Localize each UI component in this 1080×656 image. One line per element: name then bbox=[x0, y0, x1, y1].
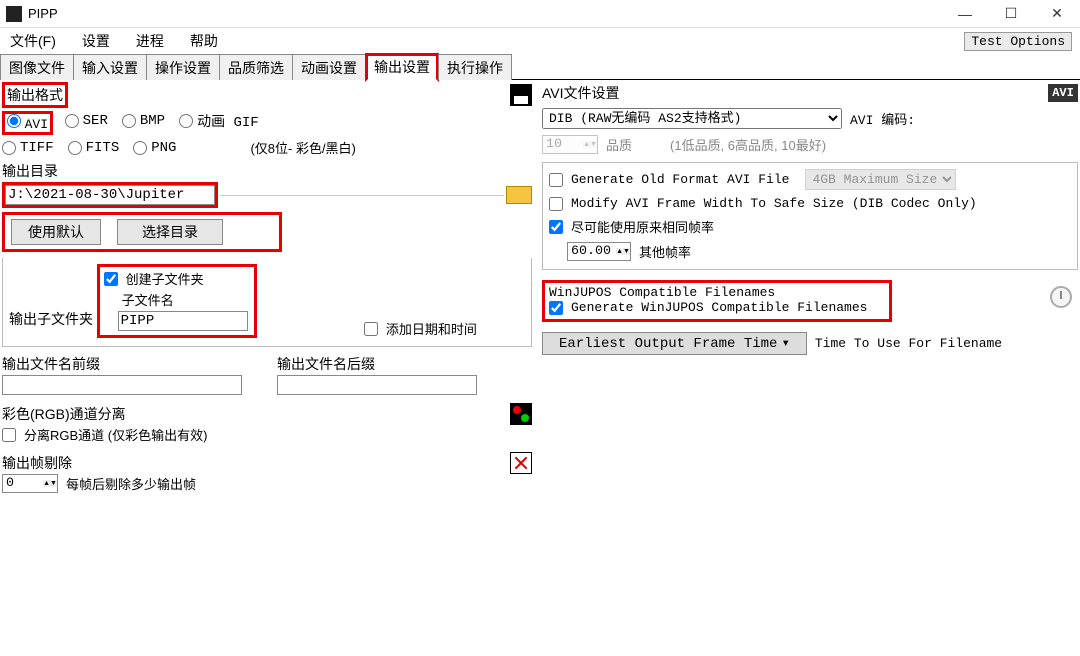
tab-operation-settings[interactable]: 操作设置 bbox=[146, 54, 220, 80]
close-button[interactable]: ✕ bbox=[1034, 0, 1080, 28]
radio-bmp[interactable]: BMP bbox=[122, 113, 165, 129]
avi-options-group: Generate Old Format AVI File 4GB Maximum… bbox=[542, 162, 1078, 270]
menu-file[interactable]: 文件(F) bbox=[4, 29, 62, 53]
spinner-arrows[interactable]: ▲▼ bbox=[616, 248, 630, 255]
other-fps-label: 其他帧率 bbox=[639, 242, 691, 261]
fps-spinner[interactable]: ▲▼ bbox=[567, 242, 631, 261]
suffix-input[interactable] bbox=[277, 375, 477, 395]
left-column: 输出格式 AVI SER BMP 动画 GIF TIFF FITS PNG (仅… bbox=[2, 82, 532, 654]
avi-quality-spinner: ▲▼ bbox=[542, 135, 598, 154]
sub-folder-group: 输出子文件夹 创建子文件夹 子文件名 添加日期和时间 bbox=[2, 258, 532, 347]
avi-badge-icon: AVI bbox=[1048, 84, 1078, 102]
winjupos-generate-checkbox[interactable]: Generate WinJUPOS Compatible Filenames bbox=[549, 300, 885, 315]
tab-bar: 图像文件 输入设置 操作设置 品质筛选 动画设置 输出设置 执行操作 bbox=[0, 54, 1080, 80]
tab-animation-settings[interactable]: 动画设置 bbox=[292, 54, 366, 80]
format-note: (仅8位- 彩色/黑白) bbox=[250, 138, 355, 157]
radio-tiff[interactable]: TIFF bbox=[2, 140, 54, 156]
maximize-button[interactable]: ☐ bbox=[988, 0, 1034, 28]
app-window: PIPP — ☐ ✕ 文件(F) 设置 进程 帮助 Test Options 图… bbox=[0, 0, 1080, 656]
prefix-title: 输出文件名前缀 bbox=[2, 353, 257, 375]
winjupos-title: WinJUPOS Compatible Filenames bbox=[549, 285, 885, 300]
use-default-button[interactable]: 使用默认 bbox=[11, 219, 101, 245]
output-format-title: 输出格式 bbox=[2, 82, 68, 108]
minimize-button[interactable]: — bbox=[942, 0, 988, 28]
menubar: 文件(F) 设置 进程 帮助 Test Options bbox=[0, 28, 1080, 54]
radio-animated-gif[interactable]: 动画 GIF bbox=[179, 111, 259, 131]
rgb-title: 彩色(RGB)通道分离 bbox=[2, 403, 126, 425]
same-fps-checkbox[interactable]: 尽可能使用原来相同帧率 bbox=[549, 217, 1071, 236]
sub-name-label: 子文件名 bbox=[122, 290, 250, 309]
sub-folder-title: 输出子文件夹 bbox=[9, 308, 93, 330]
spinner-arrows[interactable]: ▲▼ bbox=[43, 480, 57, 487]
earliest-time-dropdown[interactable]: Earliest Output Frame Time▾ bbox=[542, 332, 807, 355]
radio-ser[interactable]: SER bbox=[65, 113, 108, 129]
delete-icon bbox=[510, 452, 532, 474]
old-format-checkbox[interactable]: Generate Old Format AVI File 4GB Maximum… bbox=[549, 169, 1071, 190]
avi-quality-label: 品质 bbox=[606, 135, 632, 154]
avi-quality-hint: (1低品质, 6高品质, 10最好) bbox=[670, 135, 826, 154]
radio-fits[interactable]: FITS bbox=[68, 140, 120, 156]
titlebar: PIPP — ☐ ✕ bbox=[0, 0, 1080, 28]
avi-codec-label: AVI 编码: bbox=[850, 109, 915, 128]
separate-rgb-checkbox[interactable]: 分离RGB通道 (仅彩色输出有效) bbox=[2, 425, 532, 444]
clock-icon bbox=[1050, 286, 1072, 308]
test-options-button[interactable]: Test Options bbox=[964, 32, 1072, 51]
add-datetime-checkbox[interactable]: 添加日期和时间 bbox=[364, 319, 477, 338]
tab-input-settings[interactable]: 输入设置 bbox=[73, 54, 147, 80]
folder-icon[interactable] bbox=[506, 186, 532, 204]
radio-png[interactable]: PNG bbox=[133, 140, 176, 156]
menu-process[interactable]: 进程 bbox=[130, 29, 170, 53]
rgb-icon bbox=[510, 403, 532, 425]
tab-quality-filter[interactable]: 品质筛选 bbox=[219, 54, 293, 80]
avi-codec-select[interactable]: DIB (RAW无编码 AS2支持格式) bbox=[542, 108, 842, 129]
frame-drop-title: 输出帧剔除 bbox=[2, 452, 72, 474]
app-icon bbox=[6, 6, 22, 22]
avi-settings-title: AVI文件设置 bbox=[542, 82, 620, 104]
safe-width-checkbox[interactable]: Modify AVI Frame Width To Safe Size (DIB… bbox=[549, 196, 1071, 211]
create-subfolder-checkbox[interactable]: 创建子文件夹 bbox=[104, 269, 250, 288]
radio-avi[interactable]: AVI bbox=[7, 116, 48, 131]
output-dir-input[interactable] bbox=[5, 185, 215, 205]
choose-dir-button[interactable]: 选择目录 bbox=[117, 219, 223, 245]
right-column: AVI文件设置 AVI DIB (RAW无编码 AS2支持格式) AVI 编码:… bbox=[542, 82, 1078, 654]
tab-content: 输出格式 AVI SER BMP 动画 GIF TIFF FITS PNG (仅… bbox=[0, 80, 1080, 656]
tab-output-settings[interactable]: 输出设置 bbox=[365, 53, 439, 82]
output-dir-title: 输出目录 bbox=[2, 160, 532, 182]
menu-settings[interactable]: 设置 bbox=[76, 29, 116, 53]
save-icon[interactable] bbox=[510, 84, 532, 106]
tab-execute[interactable]: 执行操作 bbox=[438, 54, 512, 80]
tab-image-files[interactable]: 图像文件 bbox=[0, 54, 74, 80]
time-to-use-label: Time To Use For Filename bbox=[815, 336, 1002, 351]
menu-help[interactable]: 帮助 bbox=[184, 29, 224, 53]
prefix-input[interactable] bbox=[2, 375, 242, 395]
frame-drop-spinner[interactable]: ▲▼ bbox=[2, 474, 58, 493]
frame-drop-label: 每帧后剔除多少输出帧 bbox=[66, 474, 196, 493]
chevron-down-icon: ▾ bbox=[781, 335, 789, 352]
sub-name-input[interactable] bbox=[118, 311, 248, 331]
avi-maxsize-select: 4GB Maximum Size bbox=[805, 169, 956, 190]
suffix-title: 输出文件名后缀 bbox=[277, 353, 532, 375]
window-title: PIPP bbox=[28, 6, 58, 21]
